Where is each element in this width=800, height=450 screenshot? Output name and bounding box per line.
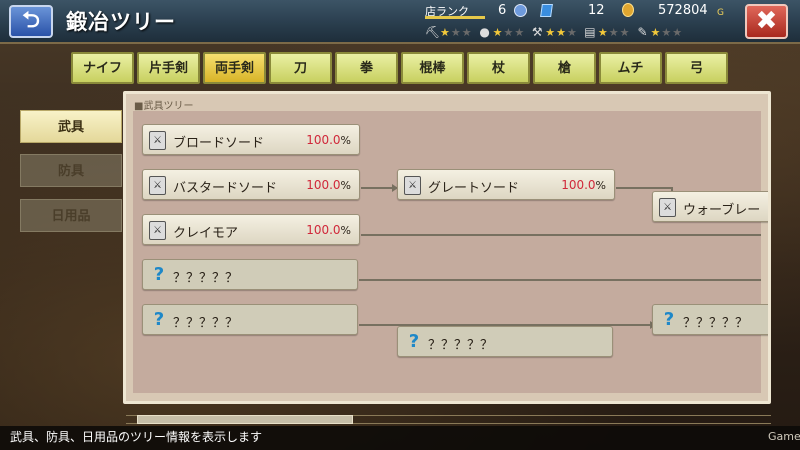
category-tab[interactable]: 槍 bbox=[533, 52, 596, 84]
star-icon: ★ bbox=[440, 25, 450, 39]
unknown-icon: ? bbox=[663, 309, 675, 330]
tree-node-great-sword[interactable]: ⚔ グレートソード 100.0% bbox=[397, 169, 615, 200]
recipe-icon: ⚔ bbox=[404, 176, 421, 195]
star-icon: ★ bbox=[597, 25, 608, 39]
pickaxe-icon: ⛏ bbox=[425, 25, 441, 39]
help-text: 武具、防具、日用品のツリー情報を表示します bbox=[0, 426, 800, 450]
category-tab-bar: ナイフ 片手剣 両手剣刀拳棍棒杖槍ムチ弓 bbox=[71, 52, 728, 84]
panel-label: ■武具ツリー bbox=[134, 101, 194, 112]
tree-node-unknown[interactable]: ? ？？？？？ bbox=[142, 259, 358, 290]
gold-value: 572804 bbox=[658, 3, 708, 18]
skill-level: ▤ ★ ★ ★ bbox=[583, 25, 630, 39]
node-percent: 100.0% bbox=[306, 133, 351, 147]
crystal-value: 12 bbox=[588, 3, 605, 18]
watermark-logo: Gamer bbox=[768, 430, 800, 443]
skill-level: ● ★ ★ ★ bbox=[478, 25, 525, 39]
node-name: クレイモア bbox=[173, 226, 239, 241]
star-icon: ★ bbox=[650, 25, 661, 39]
tree-node-unknown[interactable]: ? ？？？？？ bbox=[142, 304, 358, 335]
shop-rank-value: 6 bbox=[498, 3, 507, 18]
unknown-icon: ? bbox=[153, 309, 165, 330]
tree-node-war-blade[interactable]: ⚔ ウォーブレー bbox=[652, 191, 768, 222]
node-name: バスタードソード bbox=[173, 181, 278, 196]
header-bar: ⮌ 鍛冶ツリー 店ランク 6 12 572804 G ⛏ ★ ★ ★ ● ★ ★ ★ ⚒ ★ ★ ★ ▤… bbox=[0, 0, 800, 44]
category-tab[interactable]: 棍棒 bbox=[401, 52, 464, 84]
tree-node-unknown[interactable]: ? ？？？？？ bbox=[397, 326, 613, 357]
shop-rank-bar bbox=[425, 16, 485, 19]
node-name: グレートソード bbox=[428, 181, 520, 196]
skill-level: ⚒ ★ ★ ★ bbox=[530, 25, 577, 39]
category-tab[interactable]: ナイフ bbox=[71, 52, 134, 84]
category-tab[interactable]: 杖 bbox=[467, 52, 530, 84]
connector-line bbox=[616, 187, 672, 189]
star-icon: ★ bbox=[556, 25, 566, 39]
close-icon: ✖ bbox=[755, 6, 778, 36]
category-tab[interactable]: ムチ bbox=[599, 52, 662, 84]
connector-line bbox=[359, 279, 761, 281]
skill-level: ⛏ ★ ★ ★ bbox=[425, 25, 472, 39]
scroll-icon: ✎ bbox=[637, 25, 648, 39]
recipe-icon: ⚔ bbox=[659, 198, 676, 217]
recipe-icon: ⚔ bbox=[149, 131, 166, 150]
rank-badge-icon bbox=[514, 4, 527, 17]
node-name: ？？？？？ bbox=[683, 316, 749, 331]
node-name: ？？？？？ bbox=[173, 271, 239, 286]
hammer-icon: ⚒ bbox=[531, 25, 543, 39]
recipe-icon: ⚔ bbox=[149, 176, 166, 195]
tree-panel: ■武具ツリー ⚔ ブロードソード 100.0% ⚔ バスタードソード 100.0… bbox=[123, 91, 771, 404]
tree-node-unknown[interactable]: ? ？？？？？ bbox=[652, 304, 768, 335]
star-icon: ★ bbox=[492, 25, 503, 39]
unknown-icon: ? bbox=[408, 331, 420, 352]
node-name: ？？？？？ bbox=[173, 316, 239, 331]
connector-line bbox=[361, 234, 761, 236]
category-tab[interactable]: 拳 bbox=[335, 52, 398, 84]
star-icon: ★ bbox=[567, 25, 577, 39]
star-icon: ★ bbox=[619, 25, 630, 39]
recipe-icon: ⚔ bbox=[149, 221, 166, 240]
connector-line bbox=[361, 187, 395, 189]
category-tab[interactable]: 両手剣 bbox=[203, 52, 266, 84]
book-icon: ▤ bbox=[584, 25, 596, 39]
node-name: ウォーブレー bbox=[683, 203, 761, 218]
node-name: ブロードソード bbox=[173, 136, 265, 151]
star-icon: ★ bbox=[514, 25, 525, 39]
star-icon: ★ bbox=[461, 25, 472, 39]
side-tab-armor[interactable]: 防具 bbox=[20, 154, 122, 187]
star-icon: ★ bbox=[450, 25, 461, 39]
tree-node-bastard-sword[interactable]: ⚔ バスタードソード 100.0% bbox=[142, 169, 360, 200]
skill-levels: ⛏ ★ ★ ★ ● ★ ★ ★ ⚒ ★ ★ ★ ▤ ★ ★ ★ ✎ ★ ★ ★ bbox=[425, 23, 682, 41]
crystal-icon bbox=[540, 4, 553, 17]
tree-area: ⚔ ブロードソード 100.0% ⚔ バスタードソード 100.0% ⚔ グレー… bbox=[133, 111, 768, 393]
ore-icon: ● bbox=[479, 25, 490, 39]
category-tab[interactable]: 弓 bbox=[665, 52, 728, 84]
star-icon: ★ bbox=[672, 25, 683, 39]
node-percent: 100.0% bbox=[561, 178, 606, 192]
back-arrow-icon: ⮌ bbox=[22, 8, 40, 33]
star-icon: ★ bbox=[545, 25, 556, 39]
node-percent: 100.0% bbox=[306, 178, 351, 192]
category-tab[interactable]: 片手剣 bbox=[137, 52, 200, 84]
star-icon: ★ bbox=[503, 25, 514, 39]
close-button[interactable]: ✖ bbox=[745, 4, 788, 39]
gold-coin-icon bbox=[622, 3, 634, 17]
side-tab-items[interactable]: 日用品 bbox=[20, 199, 122, 232]
gold-unit: G bbox=[717, 8, 724, 18]
star-icon: ★ bbox=[608, 25, 619, 39]
skill-level: ✎ ★ ★ ★ bbox=[636, 25, 683, 39]
tree-node-claymore[interactable]: ⚔ クレイモア 100.0% bbox=[142, 214, 360, 245]
side-tab-weapons[interactable]: 武具 bbox=[20, 110, 122, 143]
star-icon: ★ bbox=[661, 25, 672, 39]
node-percent: 100.0% bbox=[306, 223, 351, 237]
back-button[interactable]: ⮌ bbox=[9, 5, 53, 38]
scrollbar-thumb[interactable] bbox=[137, 415, 353, 424]
tree-node-broadsword[interactable]: ⚔ ブロードソード 100.0% bbox=[142, 124, 360, 155]
page-title: 鍛冶ツリー bbox=[66, 10, 176, 34]
node-name: ？？？？？ bbox=[428, 338, 494, 353]
category-tab[interactable]: 刀 bbox=[269, 52, 332, 84]
unknown-icon: ? bbox=[153, 264, 165, 285]
